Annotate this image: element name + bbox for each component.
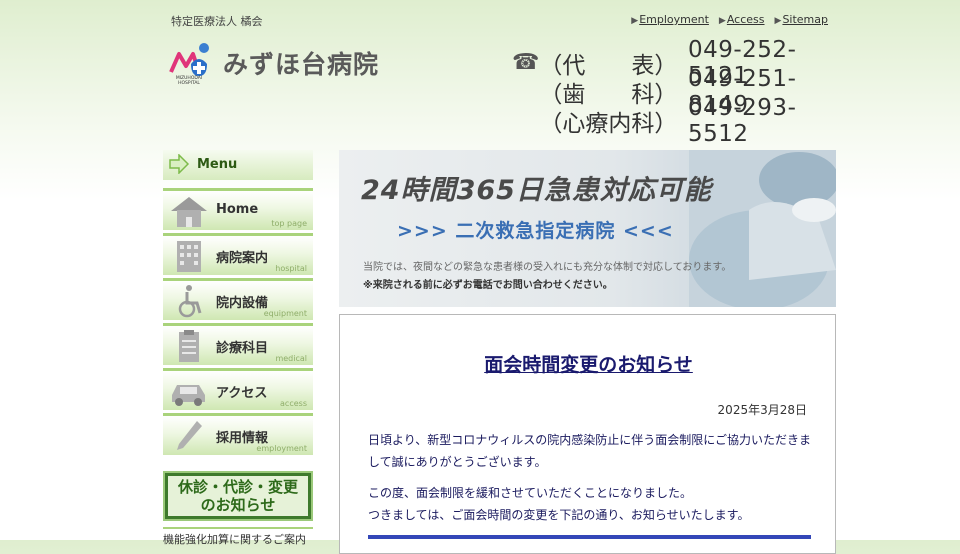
top-link-access[interactable]: ▶Access — [719, 13, 765, 26]
hero-subtitle: >>> 二次救急指定病院 <<< — [397, 220, 674, 242]
access-link[interactable]: Access — [727, 13, 765, 26]
sidebar-item-sublabel: top page — [271, 219, 307, 228]
sidebar-item-employment[interactable]: 採用情報 employment — [163, 413, 313, 455]
house-icon — [171, 197, 207, 227]
sidebar-nav: Menu Home top page 病院案内 hospital 院内設備 eq… — [163, 150, 313, 458]
top-links: ▶Employment ▶Access ▶Sitemap — [631, 13, 828, 26]
sidebar-item-sublabel: medical — [275, 354, 307, 363]
sidebar-item-sublabel: access — [280, 399, 307, 408]
sidebar-item-access[interactable]: アクセス access — [163, 368, 313, 410]
triangle-icon: ▶ — [631, 16, 639, 26]
phone-row-psychosomatic: （心療内科） 049-293-5512 — [512, 95, 842, 147]
notice-title[interactable]: 面会時間変更のお知らせ — [340, 350, 837, 377]
organization-name: 特定医療法人 橘会 — [171, 15, 263, 28]
sidebar-item-label: Home — [216, 202, 259, 217]
phone-numbers: ☎ （代 表） 049-252-5121 （歯 科） 049-251-8149 … — [512, 37, 842, 147]
notice-date: 2025年3月28日 — [717, 403, 807, 417]
sidebar-item-sublabel: employment — [256, 444, 307, 453]
notice-paragraph-2: この度、面会制限を緩和させていただくことになりました。 つきましては、ご面会時間… — [368, 482, 813, 526]
notice-panel: 面会時間変更のお知らせ 2025年3月28日 日頃より、新型コロナウィルスの院内… — [339, 314, 836, 554]
hero-title: 24時間365日急患対応可能 — [361, 175, 712, 206]
banner-line-2: のお知らせ — [200, 496, 276, 514]
sidebar-item-sublabel: equipment — [263, 309, 307, 318]
notice-paragraph-1: 日頃より、新型コロナウィルスの院内感染防止に伴う面会制限にご協力いただきまして誠… — [368, 433, 812, 469]
hospital-logo[interactable]: MIZUHODAI HOSPITAL みずほ台病院 — [169, 42, 399, 86]
telephone-icon: ☎ — [512, 50, 540, 75]
clipboard-icon — [179, 330, 199, 362]
logo-subtext: MIZUHODAI HOSPITAL — [175, 76, 203, 86]
sidebar-item-label: 院内設備 — [216, 296, 269, 311]
emergency-banner: 24時間365日急患対応可能 >>> 二次救急指定病院 <<< 当院では、夜間な… — [339, 150, 836, 307]
sidebar-item-home[interactable]: Home top page — [163, 188, 313, 230]
closure-notice-banner[interactable]: 休診・代診・変更 のお知らせ — [163, 471, 313, 521]
pen-icon — [177, 421, 202, 450]
sidebar-item-label: 診療科目 — [216, 341, 269, 356]
triangle-icon: ▶ — [774, 16, 782, 26]
wheelchair-icon — [178, 285, 202, 318]
sidebar-menu-label: Menu — [197, 157, 238, 172]
top-link-sitemap[interactable]: ▶Sitemap — [775, 13, 828, 26]
arrow-right-icon — [169, 154, 190, 174]
hospital-name: みずほ台病院 — [223, 50, 380, 79]
banner-inner: 休診・代診・変更 のお知らせ — [168, 476, 308, 516]
sidebar-item-medical[interactable]: 診療科目 medical — [163, 323, 313, 365]
top-link-employment[interactable]: ▶Employment — [631, 13, 709, 26]
building-icon — [177, 241, 201, 272]
sidebar-item-hospital[interactable]: 病院案内 hospital — [163, 233, 313, 275]
banner-line-1: 休診・代診・変更 — [177, 478, 298, 496]
sidebar-bottom-link[interactable]: 機能強化加算に関するご案内 — [163, 527, 313, 547]
phone-number[interactable]: 049-293-5512 — [688, 95, 842, 147]
sidebar-item-sublabel: hospital — [275, 264, 307, 273]
notice-paragraph-2-line-2: つきましては、ご面会時間の変更を下記の通り、お知らせいたします。 — [368, 508, 750, 522]
notice-paragraph-2-line-1: この度、面会制限を緩和させていただくことになりました。 — [368, 486, 693, 500]
hero-note: ※来院される前に必ずお電話でお問い合わせください。 — [363, 280, 613, 291]
employment-link[interactable]: Employment — [639, 13, 709, 26]
hero-description: 当院では、夜間などの緊急な患者様の受入れにも充分な体制で対応しております。 — [363, 262, 732, 273]
phone-label: （心療内科） — [539, 110, 678, 137]
sidebar-item-label: アクセス — [216, 386, 268, 401]
triangle-icon: ▶ — [718, 16, 726, 26]
sidebar-item-equipment[interactable]: 院内設備 equipment — [163, 278, 313, 320]
car-icon — [172, 385, 205, 406]
schedule-table-border — [368, 535, 811, 539]
sidebar-item-label: 病院案内 — [216, 251, 269, 266]
sitemap-link[interactable]: Sitemap — [782, 13, 828, 26]
sidebar-menu-header: Menu — [163, 150, 313, 180]
